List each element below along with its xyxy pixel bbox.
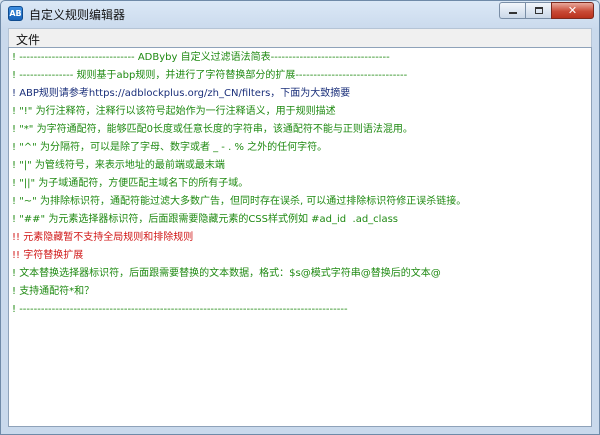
- app-icon: AB: [8, 6, 23, 21]
- editor-line: ! --------------------------------------…: [12, 304, 348, 315]
- maximize-button[interactable]: [525, 2, 551, 19]
- editor-line: ! "||" 为子域通配符，方便匹配主域名下的所有子域。: [12, 178, 249, 189]
- window-title: 自定义规则编辑器: [29, 8, 126, 22]
- editor-line: ! --------------- 规则基于abp规则，并进行了字符替换部分的扩…: [12, 70, 408, 81]
- editor-line: !! 元素隐藏暂不支持全局规则和排除规则: [12, 232, 194, 243]
- close-button[interactable]: ✕: [551, 2, 594, 19]
- editor-line: ! "!" 为行注释符，注释行以该符号起始作为一行注释语义，用于规则描述: [12, 106, 336, 117]
- editor-line: ! "*" 为字符通配符，能够匹配0长度或任意长度的字符串，该通配符不能与正则语…: [12, 124, 413, 135]
- menu-bar: 文件: [8, 28, 592, 47]
- editor-line: ! "|" 为管线符号，来表示地址的最前端或最末端: [12, 160, 225, 171]
- editor-line: ! "##" 为元素选择器标识符，后面跟需要隐藏元素的CSS样式例如 #ad_i…: [12, 214, 398, 225]
- close-icon: ✕: [567, 4, 578, 17]
- editor-line: ! -------------------------------- ADByb…: [12, 52, 390, 63]
- minimize-icon: [508, 12, 517, 14]
- editor-line: ! "~" 为排除标识符，通配符能过滤大多数广告，但同时存在误杀, 可以通过排除…: [12, 196, 467, 207]
- editor-line: !! 字符替换扩展: [12, 250, 84, 261]
- window-controls: ✕: [499, 2, 594, 20]
- menu-file[interactable]: 文件: [15, 31, 41, 48]
- editor-line: ! 支持通配符*和？: [12, 286, 95, 297]
- rule-editor-window: AB 自定义规则编辑器 ✕ 文件 ! ---------------------…: [0, 0, 600, 435]
- rule-text-editor[interactable]: ! -------------------------------- ADByb…: [8, 47, 592, 427]
- minimize-button[interactable]: [499, 2, 525, 19]
- editor-line: ! ABP规则请参考https://adblockplus.org/zh_CN/…: [12, 88, 351, 99]
- maximize-icon: [534, 7, 543, 14]
- editor-line: ! "^" 为分隔符，可以是除了字母、数字或者 _ - . % 之外的任何字符。: [12, 142, 328, 153]
- title-bar[interactable]: AB 自定义规则编辑器 ✕: [1, 1, 599, 27]
- editor-line: ! 文本替换选择器标识符，后面跟需要替换的文本数据，格式：$s@模式字符串@替换…: [12, 268, 441, 279]
